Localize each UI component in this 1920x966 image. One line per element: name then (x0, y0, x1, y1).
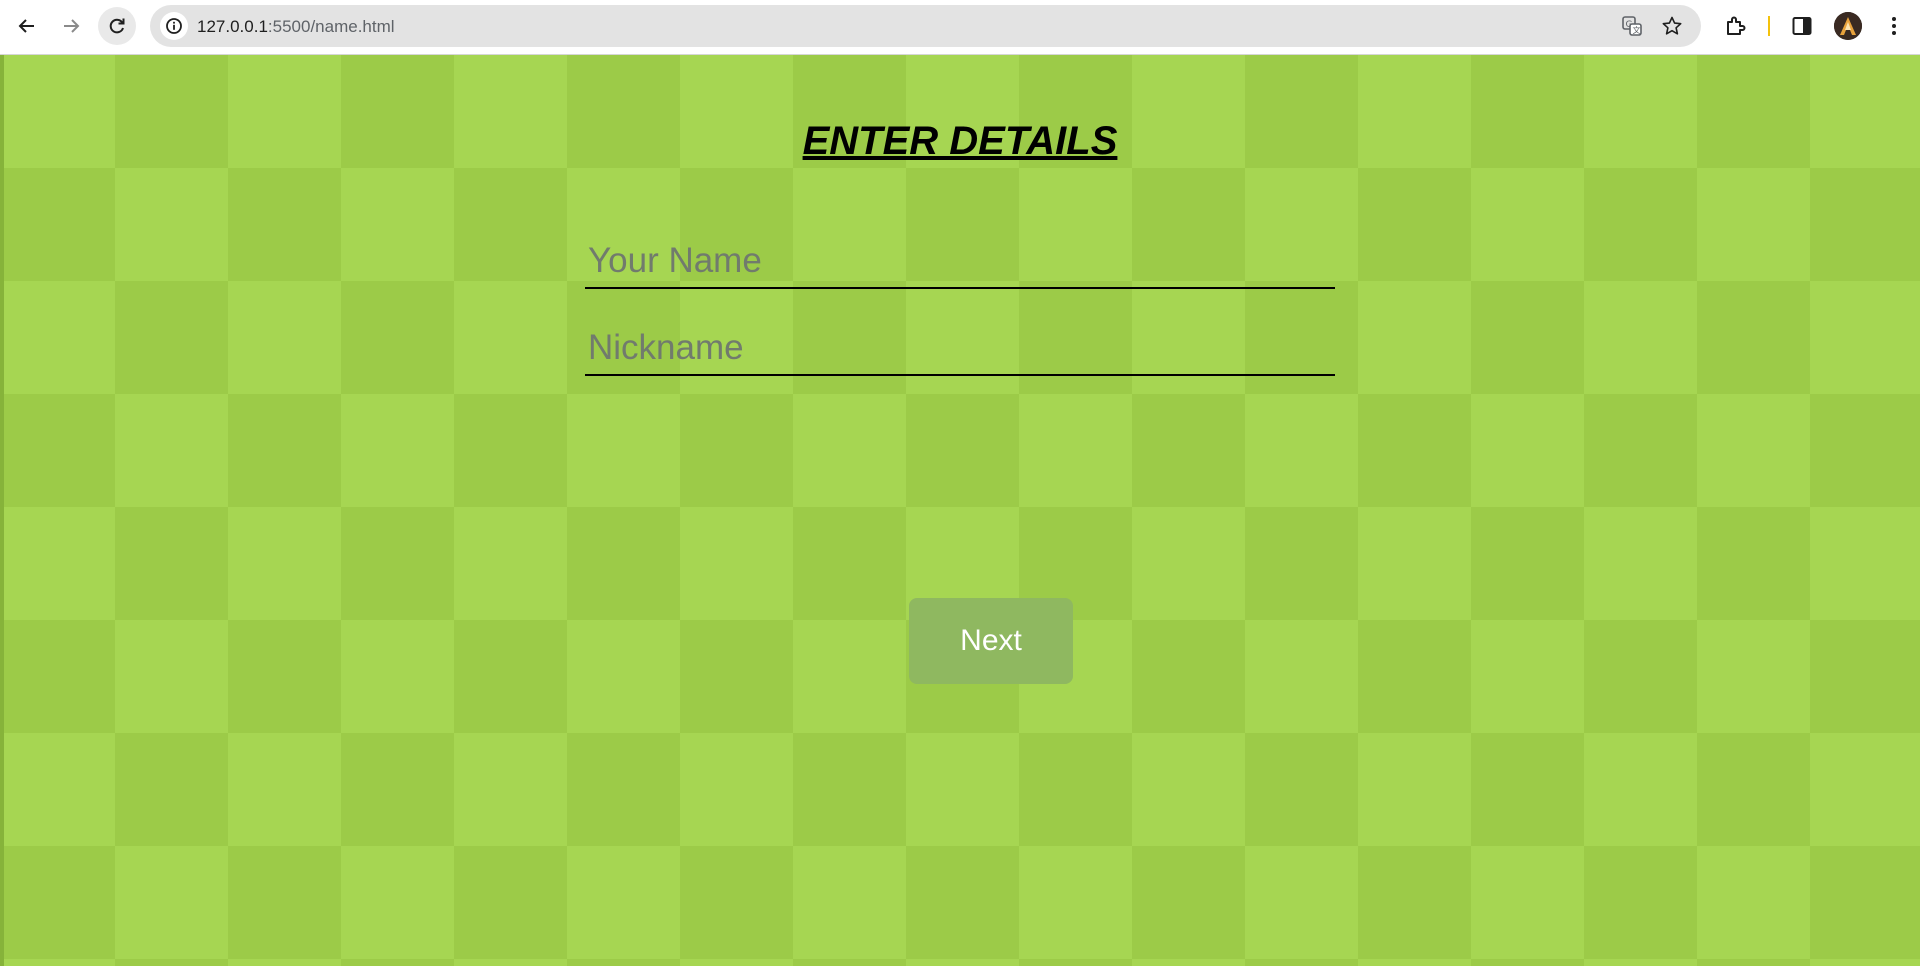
page-title: ENTER DETAILS (802, 119, 1118, 163)
back-arrow-icon (18, 19, 34, 33)
forward-arrow-icon (64, 19, 80, 33)
puzzle-icon[interactable] (1724, 14, 1748, 38)
toolbar-separator (1768, 16, 1770, 36)
nickname-input[interactable] (585, 322, 1335, 376)
info-icon[interactable] (160, 12, 188, 40)
reload-icon (109, 18, 125, 34)
avatar[interactable] (1834, 12, 1862, 40)
translate-icon[interactable]: G文 (1620, 14, 1644, 38)
address-bar[interactable]: 127.0.0.1:5500/name.html G文 (150, 5, 1701, 47)
browser-toolbar: 127.0.0.1:5500/name.html G文 (0, 0, 1920, 55)
url-path: :5500/name.html (267, 17, 395, 36)
star-icon[interactable] (1660, 14, 1684, 38)
back-button[interactable] (8, 7, 46, 45)
next-button[interactable]: Next (909, 598, 1073, 684)
svg-text:文: 文 (1633, 25, 1641, 35)
url-text: 127.0.0.1:5500/name.html (197, 17, 395, 37)
forward-button[interactable] (52, 7, 90, 45)
reload-button[interactable] (98, 7, 136, 45)
side-panel-icon[interactable] (1790, 14, 1814, 38)
page-content: ENTER DETAILS Next (0, 55, 1920, 966)
url-host: 127.0.0.1 (197, 17, 268, 36)
kebab-menu-icon[interactable] (1882, 14, 1906, 38)
name-input[interactable] (585, 235, 1335, 289)
